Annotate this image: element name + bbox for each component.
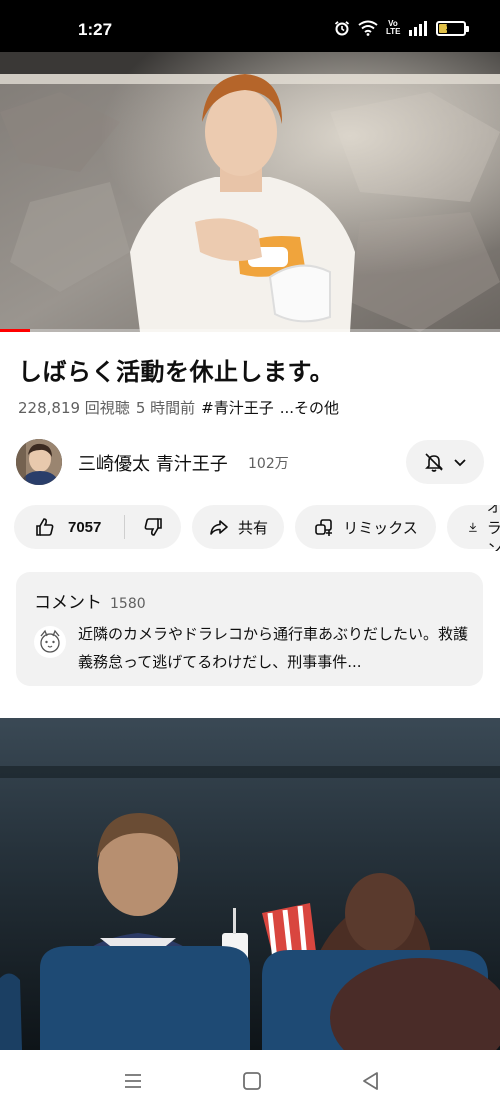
like-dislike-pill: 7057 [14, 505, 181, 549]
cinema-audience-image [0, 718, 500, 1050]
battery-icon: 38 [436, 20, 469, 36]
like-button[interactable]: 7057 [14, 505, 124, 549]
view-count: 228,819 回視聴 [18, 399, 130, 417]
comments-count: 1580 [110, 596, 146, 612]
share-button[interactable]: 共有 [192, 505, 284, 549]
status-icons: Vo LTE 38 [334, 19, 469, 36]
download-label: オフライン [486, 505, 500, 551]
subscriber-count: 102万 [248, 456, 289, 472]
share-icon [210, 520, 228, 535]
bell-off-icon [425, 453, 443, 472]
commenter-avatar [34, 626, 66, 658]
download-icon [469, 522, 477, 532]
status-time: 1:27 [78, 20, 113, 39]
signal-icon [409, 21, 427, 36]
download-button[interactable]: オフライン [447, 505, 500, 551]
actions-row: 7057 共有 リミックス オフライン [14, 505, 500, 551]
remix-button[interactable]: リミックス [295, 505, 436, 549]
promo-thumbnail[interactable] [0, 718, 500, 1050]
comments-label: コメント [34, 593, 102, 613]
share-label: 共有 [237, 518, 268, 537]
video-progress-track[interactable] [0, 329, 500, 332]
battery-percent: 38 [445, 23, 456, 33]
video-frame-image [0, 52, 500, 332]
like-count: 7057 [68, 518, 102, 536]
comments-card[interactable]: コメント 1580 近隣のカメラやドラレコから通行車あぶりだしたい。救護義務怠っ… [16, 572, 483, 686]
menu-icon[interactable] [120, 1068, 146, 1094]
status-bar: 1:27 Vo LTE 38 [0, 0, 500, 52]
video-title: しばらく活動を休止します。 [18, 358, 335, 386]
remix-icon [315, 519, 333, 536]
thumbs-up-icon [36, 518, 54, 536]
back-triangle-icon[interactable] [358, 1068, 384, 1094]
commenter-avatar-image [35, 627, 65, 657]
comments-header: コメント 1580 [34, 588, 146, 613]
subscription-notification-button[interactable] [406, 440, 484, 484]
chevron-down-icon [454, 459, 466, 467]
volte-icon: Vo LTE [386, 19, 401, 36]
hashtag-link[interactable]: #青汁王子 [201, 397, 274, 418]
wifi-icon [358, 20, 378, 36]
channel-avatar-image [16, 439, 62, 485]
channel-name[interactable]: 三崎優太 青汁王子 [78, 450, 228, 476]
top-comment-text: 近隣のカメラやドラレコから通行車あぶりだしたい。救護義務怠って逃げてるわけだし、… [78, 625, 469, 671]
remix-label: リミックス [343, 518, 418, 537]
alarm-icon [334, 21, 350, 36]
video-player[interactable] [0, 52, 500, 332]
dislike-button[interactable] [125, 505, 181, 549]
posted-time: 5 時間前 [135, 399, 196, 417]
more-link[interactable]: ...その他 [280, 397, 339, 418]
channel-avatar[interactable] [16, 439, 62, 485]
channel-row: 三崎優太 青汁王子 102万 [16, 438, 484, 486]
home-square-icon[interactable] [239, 1068, 265, 1094]
video-progress-fill [0, 329, 30, 332]
system-nav-bar [0, 1050, 500, 1111]
thumbs-down-icon [144, 518, 162, 536]
video-meta[interactable]: 228,819 回視聴 5 時間前 #青汁王子 ...その他 [18, 397, 339, 418]
